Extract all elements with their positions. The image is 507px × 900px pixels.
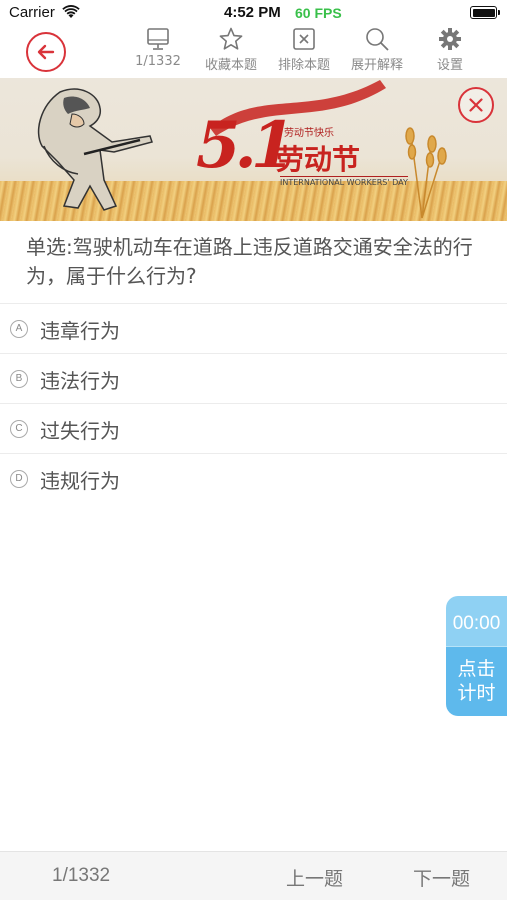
worker-illustration [37, 88, 153, 211]
top-toolbar: 1/1332 收藏本题 排除本题 展开解释 设置 [0, 22, 507, 78]
option-a[interactable]: A 违章行为 [0, 303, 507, 353]
option-label: 违规行为 [40, 469, 120, 493]
prev-question-button[interactable]: 上一题 [286, 864, 343, 891]
question-counter[interactable]: 1/1332 [52, 865, 110, 887]
clock-time: 4:52 PM [224, 4, 281, 21]
timer-button-line2: 计时 [457, 682, 496, 704]
arrow-left-icon [37, 44, 55, 60]
wheat-icon [405, 127, 447, 219]
option-label: 违章行为 [40, 319, 120, 343]
question-index-label: 1/1332 [135, 54, 181, 69]
option-c[interactable]: C 过失行为 [0, 403, 507, 453]
banner-ad[interactable]: 劳动节快乐 5.1 劳动节 INTERNATIONAL WORKERS' DAY [0, 78, 507, 221]
bottom-bar: 1/1332 上一题 下一题 [0, 851, 507, 900]
option-letter: A [10, 320, 28, 338]
option-letter: C [10, 420, 28, 438]
option-letter: D [10, 470, 28, 488]
fps-counter: 60 FPS [295, 5, 342, 21]
explain-label: 展开解释 [350, 58, 403, 73]
settings-label: 设置 [436, 58, 463, 73]
monitor-icon [147, 28, 169, 50]
favorite-label: 收藏本题 [204, 58, 257, 73]
next-question-button[interactable]: 下一题 [413, 864, 470, 891]
option-label: 过失行为 [40, 419, 120, 443]
exclude-label: 排除本题 [277, 58, 330, 73]
option-letter: B [10, 370, 28, 388]
close-box-icon [293, 28, 315, 50]
option-d[interactable]: D 违规行为 [0, 453, 507, 503]
timer-widget: 00:00 点击 计时 [446, 596, 507, 716]
option-label: 违法行为 [40, 369, 120, 393]
question-index-button[interactable]: 1/1332 [125, 24, 191, 74]
question-text: 单选:驾驶机动车在道路上违反道路交通安全法的行为，属于什么行为? [26, 235, 473, 288]
close-banner-button[interactable] [458, 87, 494, 123]
banner-small-text: 劳动节快乐 [284, 128, 334, 139]
gear-icon [439, 28, 461, 50]
favorite-button[interactable]: 收藏本题 [198, 24, 264, 74]
search-icon [366, 28, 389, 51]
back-button[interactable] [26, 32, 66, 72]
close-icon [469, 98, 483, 112]
option-b[interactable]: B 违法行为 [0, 353, 507, 403]
wifi-icon [62, 5, 80, 18]
timer-button-line1: 点击 [457, 658, 496, 680]
star-icon [219, 27, 243, 50]
banner-title: 劳动节 [276, 143, 361, 176]
answer-options: A 违章行为 B 违法行为 C 过失行为 D 违规行为 [0, 303, 507, 503]
carrier-label: Carrier [9, 4, 55, 21]
banner-subtitle: INTERNATIONAL WORKERS' DAY [280, 176, 408, 187]
settings-button[interactable]: 设置 [417, 24, 483, 74]
timer-display: 00:00 [446, 596, 507, 646]
exclude-button[interactable]: 排除本题 [271, 24, 337, 74]
battery-icon [470, 6, 500, 19]
start-timer-button[interactable]: 点击 计时 [446, 646, 507, 716]
explain-button[interactable]: 展开解释 [344, 24, 410, 74]
